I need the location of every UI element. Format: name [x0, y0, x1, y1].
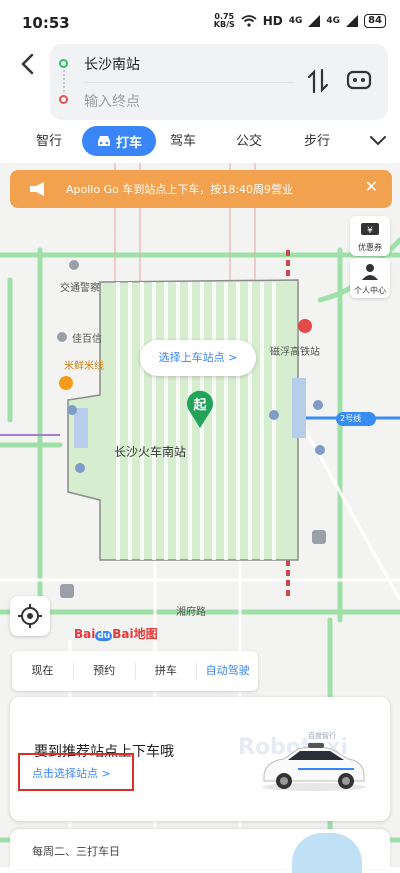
bottom-promo-text: 每周二、三打车日	[32, 845, 120, 858]
coupon-label: 优惠券	[358, 243, 382, 252]
status-time: 10:53	[22, 14, 70, 32]
notice-text: Apollo Go 车到站点上下车，按18:40周9营业	[66, 183, 294, 196]
map-label-station: 长沙火车南站	[114, 445, 187, 459]
route-divider	[84, 82, 294, 83]
start-pin[interactable]: 起	[186, 390, 214, 428]
start-location-field[interactable]: 长沙南站	[84, 54, 140, 74]
travel-mode-tabs: 智行 打车 驾车 公交 步行	[0, 124, 400, 160]
user-icon	[362, 264, 378, 280]
bottom-promo-card[interactable]: 每周二、三打车日	[10, 829, 390, 873]
crosshair-icon	[18, 604, 42, 628]
chevron-down-icon[interactable]	[368, 130, 388, 150]
megaphone-icon	[30, 182, 44, 196]
status-bar: 10:53 0.75 KB/S HD 4G 4G 84	[0, 0, 400, 44]
tab-taxi-label: 打车	[115, 135, 142, 151]
tab-transit[interactable]: 公交	[236, 130, 262, 149]
hd-badge: HD	[262, 14, 283, 28]
map-label-mixian: 米鲜米线	[64, 361, 104, 372]
profile-label: 个人中心	[354, 286, 386, 295]
notice-banner[interactable]: Apollo Go 车到站点上下车，按18:40周9营业 ✕	[10, 170, 392, 208]
signal-4g-1: 4G	[288, 16, 303, 26]
map-label-line2: 2号线	[340, 414, 362, 423]
ride-type-carpool[interactable]: 拼车	[136, 663, 198, 679]
ride-type-now[interactable]: 现在	[12, 663, 74, 679]
tab-walk[interactable]: 步行	[304, 130, 330, 149]
coupon-button[interactable]: ¥ 优惠券	[350, 216, 390, 256]
car-icon	[97, 136, 110, 146]
robot-assistant-icon[interactable]	[346, 69, 372, 91]
close-icon[interactable]: ✕	[365, 177, 378, 196]
end-dot-icon	[59, 95, 68, 104]
battery-indicator: 84	[364, 14, 386, 28]
select-station-link[interactable]: 点击选择站点 >	[32, 765, 111, 781]
map-label-jiabaixin: 佳百信	[72, 334, 102, 345]
tab-drive[interactable]: 驾车	[170, 130, 196, 149]
back-arrow-icon[interactable]	[14, 50, 42, 78]
destination-input[interactable]: 输入终点	[84, 91, 140, 111]
select-pickup-bubble[interactable]: 选择上车站点 >	[140, 340, 256, 376]
signal-bars-icon-2	[346, 15, 359, 27]
route-connector	[63, 70, 65, 92]
network-speed: 0.75 KB/S	[213, 12, 235, 29]
coupon-icon: ¥	[361, 223, 379, 236]
status-indicators: 0.75 KB/S HD 4G 4G 84	[214, 13, 386, 29]
robotaxi-car-icon	[262, 743, 366, 791]
svg-text:¥: ¥	[367, 226, 373, 236]
ride-type-selector: 现在 预约 拼车 自动驾驶	[12, 651, 258, 691]
tab-smart[interactable]: 智行	[36, 130, 62, 149]
promo-card: Robotaxi 百度智行 要到推荐站点上下车哦 点击选择站点 >	[10, 697, 390, 821]
signal-bars-icon	[308, 15, 321, 27]
route-card: 长沙南站 输入终点	[0, 44, 400, 122]
baidu-map-logo: Bai du Bai地图	[74, 627, 158, 641]
avatar	[292, 833, 362, 873]
route-input-box: 长沙南站 输入终点	[50, 44, 388, 120]
wifi-icon	[241, 15, 257, 27]
profile-button[interactable]: 个人中心	[350, 258, 390, 298]
signal-4g-2: 4G	[326, 16, 341, 26]
tab-taxi[interactable]: 打车	[82, 126, 156, 156]
ride-type-reserve[interactable]: 预约	[74, 663, 136, 679]
ride-type-autonomous[interactable]: 自动驾驶	[197, 663, 258, 679]
map-label-metro-station: 磁浮高铁站	[270, 347, 320, 358]
locate-button[interactable]	[10, 596, 50, 636]
start-dot-icon	[59, 59, 68, 68]
swap-icon[interactable]	[306, 68, 330, 94]
map-label-road: 湘府路	[176, 607, 206, 618]
pin-label: 起	[193, 398, 207, 413]
map-label-traffic-police: 交通警察	[60, 283, 100, 294]
